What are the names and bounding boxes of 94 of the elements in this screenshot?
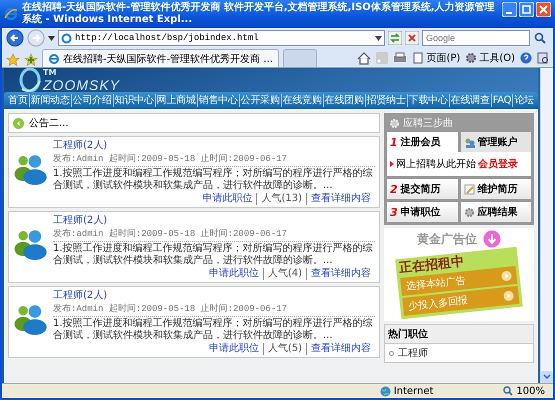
job-description: 1.按照工作进度和编程工作规范编写程序；对所编写的程序进行严格的综合测试，测试软件模块和软集成产品，进行软件故障的诊断。... (53, 168, 374, 192)
logo-text: ZOOMSKY (43, 78, 120, 92)
toolbar-button[interactable]: 工具(O) (465, 51, 515, 65)
nav-link[interactable]: 在线竞购 (280, 94, 323, 107)
nav-link[interactable]: 公开采购 (238, 94, 281, 107)
people-icon (464, 136, 474, 148)
popularity-count: 人气(13) (256, 193, 306, 205)
star-icon[interactable] (6, 53, 20, 67)
triangle-bullet-icon (390, 161, 394, 167)
nav-link[interactable]: 网上商城 (154, 94, 197, 107)
nav-link[interactable]: 知识中心 (112, 94, 155, 107)
people-icon (13, 152, 49, 185)
nav-link[interactable]: FAQ (490, 94, 512, 107)
job-title-link[interactable]: 工程师(2人) (53, 290, 375, 302)
login-link[interactable]: 会员登录 (478, 157, 518, 171)
magnifier-icon (503, 386, 514, 396)
gear-icon (464, 206, 474, 218)
research-icon[interactable] (537, 52, 549, 64)
bullet-icon (389, 350, 394, 356)
close-icon[interactable] (536, 2, 551, 17)
back-icon[interactable] (6, 29, 24, 47)
security-zone: Internet (394, 386, 434, 396)
step-tab[interactable]: 1 注册会员 (387, 132, 458, 152)
gear-icon (465, 52, 478, 64)
step-tab[interactable]: 管理账户 (460, 132, 531, 152)
step-button[interactable]: 3 申请职位 (387, 202, 458, 222)
job-meta: 发布:Admin 起时间:2009-05-18 止时间:2009-06-17 (53, 303, 375, 317)
globe-icon (380, 386, 391, 396)
job-link[interactable]: 工程师 (398, 346, 428, 360)
minimize-icon[interactable] (502, 2, 517, 17)
address-field[interactable]: http://localhost/bsp/jobindex.html (58, 30, 385, 46)
play-icon (503, 290, 514, 302)
scrollbar[interactable] (540, 68, 553, 383)
details-link[interactable]: 查看详细内容 (306, 268, 375, 280)
step-button[interactable]: 2 提交简历 (387, 179, 458, 199)
pencil-icon (464, 184, 474, 194)
ad-title: 黄金广告位 (417, 230, 477, 248)
prompt-text: 网上招聘从此开始 (396, 158, 476, 171)
gear-icon (389, 118, 400, 128)
browser-logo-icon (48, 52, 60, 64)
ad-ribbon-text: 少投入多回报 (407, 294, 469, 314)
nav-link[interactable]: 招贤纳士 (364, 94, 407, 107)
help-icon[interactable] (520, 52, 532, 64)
zoom-level[interactable]: 100% (503, 386, 545, 396)
maximize-icon[interactable] (519, 2, 534, 17)
printer-icon[interactable] (393, 52, 408, 64)
nav-link[interactable]: 公司介绍 (70, 94, 113, 107)
job-description: 1.按照工作进度和编程工作规范编写程序；对所编写的程序进行严格的综合测试，测试软件模块和软集成产品，进行软件故障的诊断。... (53, 243, 374, 267)
step-button[interactable]: 应聘结果 (460, 202, 531, 222)
window-title: 在线招聘-天纵国际软件-管理软件优秀开发商 软件开发平台,文档管理系统,ISO体系管理系统,人力资源管理系统 - Windows Internet Expl... (22, 2, 496, 26)
apply-link[interactable]: 申请此职位 (204, 343, 263, 355)
stop-icon[interactable] (405, 31, 419, 45)
dropdown-icon[interactable] (48, 36, 55, 40)
apply-link[interactable]: 申请此职位 (204, 268, 263, 280)
job-title-link[interactable]: 工程师(2人) (53, 215, 375, 227)
details-link[interactable]: 查看详细内容 (306, 343, 375, 355)
add-favorite-icon[interactable] (24, 53, 38, 67)
nav-link[interactable]: 新闻动态 (28, 94, 71, 107)
dropdown-icon[interactable] (375, 36, 382, 40)
job-description: 1.按照工作进度和编程工作规范编写程序；对所编写的程序进行严格的综合测试，测试软件模块和软集成产品，进行软件故障的诊断。... (53, 318, 374, 342)
job-meta: 发布:admin 起时间:2009-05-18 止时间:2009-06-17 (53, 228, 375, 242)
popularity-count: 人气(5) (262, 343, 306, 355)
ad-ribbon-text: 选择本站广告 (405, 274, 466, 294)
toolbar-button[interactable]: 页面(P) (412, 51, 460, 65)
nav-link[interactable]: 在线团购 (322, 94, 365, 107)
step-number: 1 (390, 136, 398, 148)
job-meta: 发布:Admin 起时间:2009-05-18 止时间:2009-06-17 (53, 153, 375, 167)
refresh-icon[interactable] (388, 31, 402, 45)
panel-title: 热门职位 (385, 325, 533, 344)
nav-link[interactable]: 销售中心 (196, 94, 239, 107)
job-title-link[interactable]: 工程师(2人) (53, 140, 375, 152)
browser-logo-icon (4, 7, 18, 21)
panel-title: 应聘三步曲 (403, 116, 453, 130)
people-icon (13, 227, 49, 260)
apply-link[interactable]: 申请此职位 (198, 193, 256, 205)
home-icon[interactable] (357, 52, 372, 64)
play-icon (501, 270, 512, 282)
swirl-logo-icon (18, 68, 42, 93)
nav-link[interactable]: 首页 (7, 94, 29, 107)
popularity-count: 人气(4) (262, 268, 306, 280)
search-field[interactable]: Google (422, 30, 530, 46)
scroll-down-icon[interactable] (541, 371, 553, 383)
ad-headline: 正在招租中 (398, 255, 465, 276)
browser-tab[interactable]: 在线招聘-天纵国际软件-管理软件优秀开发商 ... (42, 49, 279, 67)
notice-text: 公告二... (29, 116, 69, 130)
nav-link[interactable]: 在线调查 (448, 94, 491, 107)
people-icon (13, 302, 49, 335)
nav-link[interactable]: 下载中心 (406, 94, 449, 107)
nav-link[interactable]: 论坛 (512, 94, 535, 107)
step-number: 3 (390, 206, 398, 218)
details-link[interactable]: 查看详细内容 (306, 193, 375, 205)
trademark-label: TM (43, 68, 58, 78)
step-button[interactable]: 维护简历 (460, 179, 531, 199)
step-number: 2 (390, 182, 398, 196)
